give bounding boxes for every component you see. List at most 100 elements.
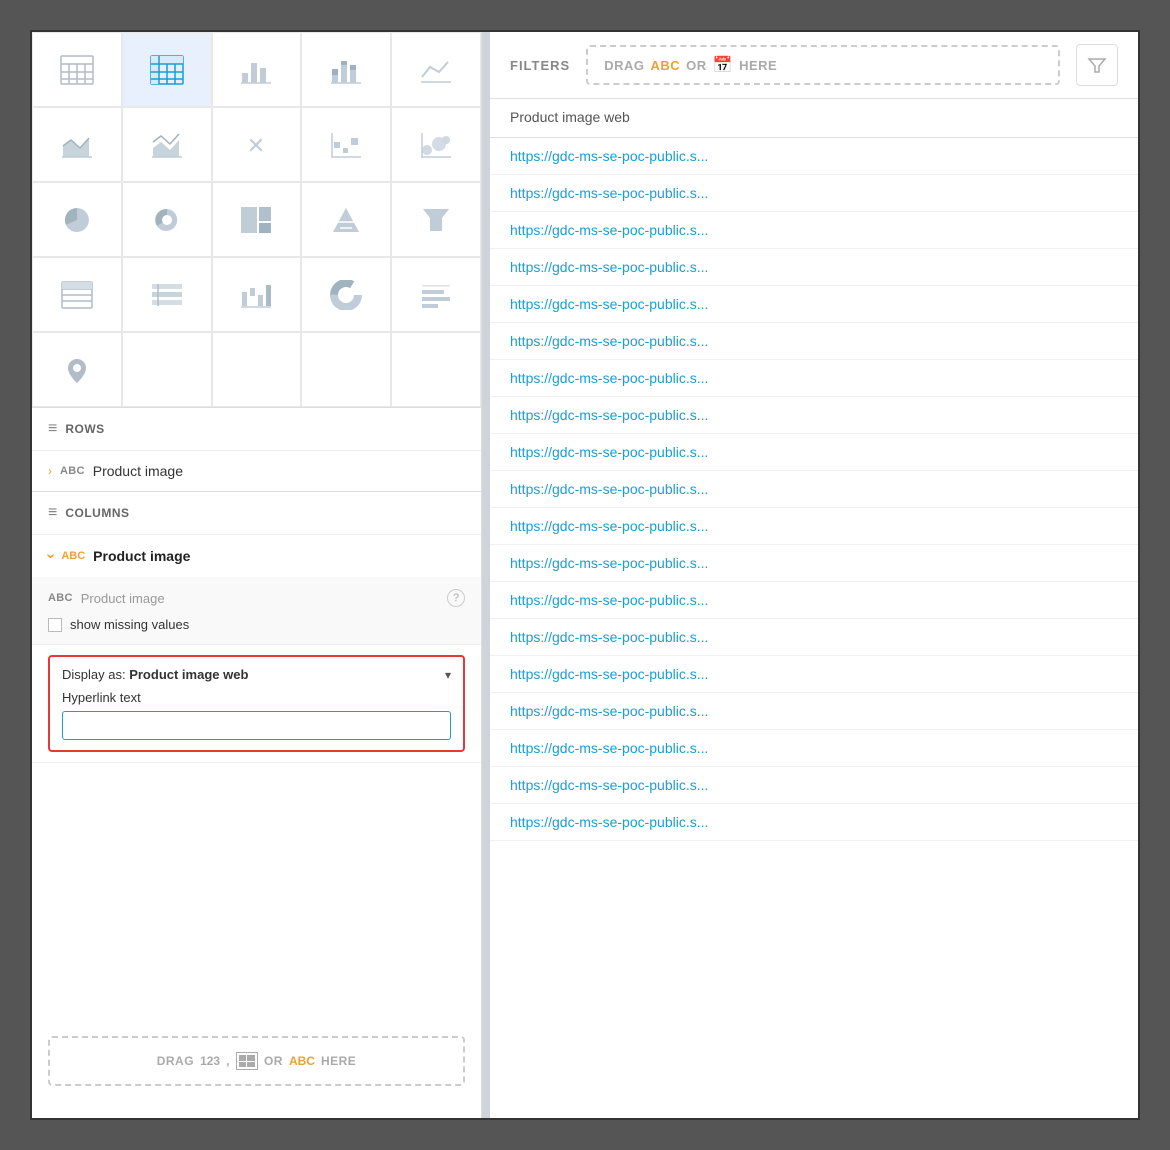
rows-abc-badge: ABC: [60, 465, 85, 477]
list-icon: [148, 276, 186, 314]
chart-cell-waterfall[interactable]: [212, 257, 302, 332]
table-cell-4: [247, 1062, 255, 1068]
area-line-icon: [148, 126, 186, 164]
chart-cell-list[interactable]: [122, 257, 212, 332]
chart-cell-pie2[interactable]: [301, 257, 391, 332]
hyperlink-input[interactable]: [62, 711, 451, 740]
chart-cell-line[interactable]: [391, 32, 481, 107]
filter-drop-zone[interactable]: DRAG ABC OR 📅 HERE: [586, 45, 1060, 85]
drag-abc: ABC: [289, 1054, 315, 1068]
pyramid-icon: [327, 201, 365, 239]
rows-item-label: Product image: [93, 463, 183, 479]
chart-cell-bar[interactable]: [212, 32, 302, 107]
sub-panel-abc-badge: ABC: [48, 592, 73, 604]
drag-num: 123: [200, 1054, 220, 1068]
data-row[interactable]: https://gdc-ms-se-poc-public.s...: [490, 656, 1138, 693]
columns-icon: ≡: [48, 504, 57, 522]
drag-or: OR: [264, 1054, 283, 1068]
scatter-icon: [327, 126, 365, 164]
area-icon: [58, 126, 96, 164]
chart-cell-pie[interactable]: [32, 182, 122, 257]
bubble-icon: [417, 126, 455, 164]
data-row[interactable]: https://gdc-ms-se-poc-public.s...: [490, 693, 1138, 730]
pie-icon: [58, 201, 96, 239]
chart-cell-xbar[interactable]: [391, 257, 481, 332]
map-pin-icon: [58, 351, 96, 389]
chart-cell-datagrid[interactable]: [32, 257, 122, 332]
rows-product-image-item[interactable]: › ABC Product image: [32, 451, 481, 491]
chart-cell-pyramid[interactable]: [301, 182, 391, 257]
chart-cell-bubble[interactable]: [391, 107, 481, 182]
column-sub-panel: ABC Product image ? show missing values: [32, 577, 481, 645]
data-row[interactable]: https://gdc-ms-se-poc-public.s...: [490, 730, 1138, 767]
chart-cell-stacked-bar[interactable]: [301, 32, 391, 107]
data-row[interactable]: https://gdc-ms-se-poc-public.s...: [490, 508, 1138, 545]
funnel-icon: [417, 201, 455, 239]
data-row[interactable]: https://gdc-ms-se-poc-public.s...: [490, 397, 1138, 434]
columns-title: COLUMNS: [65, 506, 129, 520]
data-row[interactable]: https://gdc-ms-se-poc-public.s...: [490, 360, 1138, 397]
sub-panel-field-label: Product image: [81, 591, 165, 606]
filter-bar: FILTERS DRAG ABC OR 📅 HERE: [490, 32, 1138, 99]
filter-or-text: OR: [686, 58, 707, 73]
data-row[interactable]: https://gdc-ms-se-poc-public.s...: [490, 804, 1138, 841]
drag-here: HERE: [321, 1054, 356, 1068]
chart-cell-pivot[interactable]: [122, 32, 212, 107]
pie2-icon: [327, 276, 365, 314]
data-row[interactable]: https://gdc-ms-se-poc-public.s...: [490, 619, 1138, 656]
chart-cell-donut[interactable]: [122, 182, 212, 257]
drag-text: DRAG: [157, 1054, 194, 1068]
chart-cell-empty1: [122, 332, 212, 407]
data-row[interactable]: https://gdc-ms-se-poc-public.s...: [490, 767, 1138, 804]
data-row[interactable]: https://gdc-ms-se-poc-public.s...: [490, 249, 1138, 286]
data-row[interactable]: https://gdc-ms-se-poc-public.s...: [490, 138, 1138, 175]
filter-button[interactable]: [1076, 44, 1118, 86]
table-cell-3: [239, 1062, 247, 1068]
filter-abc-text: ABC: [650, 58, 680, 73]
calendar-icon: 📅: [713, 55, 733, 75]
column-header-row: Product image web: [490, 99, 1138, 138]
chart-cell-empty4: [391, 332, 481, 407]
chart-cell-scatter[interactable]: [301, 107, 391, 182]
data-row[interactable]: https://gdc-ms-se-poc-public.s...: [490, 323, 1138, 360]
show-missing-checkbox[interactable]: [48, 618, 62, 632]
display-as-label: Display as: Product image web: [62, 667, 248, 682]
filter-here-text: HERE: [739, 58, 777, 73]
chart-cell-area[interactable]: [32, 107, 122, 182]
chart-cell-map[interactable]: [32, 332, 122, 407]
data-row[interactable]: https://gdc-ms-se-poc-public.s...: [490, 286, 1138, 323]
column-item-header[interactable]: › ABC Product image: [32, 535, 481, 577]
dropdown-arrow-icon[interactable]: ▾: [445, 668, 451, 682]
chart-cell-area-line[interactable]: [122, 107, 212, 182]
chart-cell-treemap[interactable]: [212, 182, 302, 257]
chart-cell-empty2: [212, 332, 302, 407]
data-row[interactable]: https://gdc-ms-se-poc-public.s...: [490, 212, 1138, 249]
data-row[interactable]: https://gdc-ms-se-poc-public.s...: [490, 545, 1138, 582]
columns-item-label: Product image: [93, 548, 190, 564]
display-as-row: Display as: Product image web ▾: [62, 667, 451, 682]
line-icon: [417, 51, 455, 89]
chart-cell-empty3: [301, 332, 391, 407]
right-panel: FILTERS DRAG ABC OR 📅 HERE Product image…: [490, 32, 1138, 1118]
columns-section-header: ≡ COLUMNS: [32, 492, 481, 535]
pivot-icon: [148, 51, 186, 89]
treemap-icon: [237, 201, 275, 239]
drag-comma: ,: [226, 1054, 230, 1068]
data-row[interactable]: https://gdc-ms-se-poc-public.s...: [490, 471, 1138, 508]
data-row[interactable]: https://gdc-ms-se-poc-public.s...: [490, 582, 1138, 619]
help-icon[interactable]: ?: [447, 589, 465, 607]
left-panel: ✕: [32, 32, 482, 1118]
chevron-right-icon: ›: [48, 464, 52, 478]
bottom-drag-zone[interactable]: DRAG 123 , OR ABC HERE: [48, 1036, 465, 1086]
data-list: https://gdc-ms-se-poc-public.s...https:/…: [490, 138, 1138, 1118]
table-cell-1: [239, 1055, 247, 1061]
chart-cell-funnel[interactable]: [391, 182, 481, 257]
chart-cell-cross[interactable]: ✕: [212, 107, 302, 182]
chart-cell-table[interactable]: [32, 32, 122, 107]
data-row[interactable]: https://gdc-ms-se-poc-public.s...: [490, 434, 1138, 471]
rows-title: ROWS: [65, 422, 104, 436]
rows-section: ≡ ROWS › ABC Product image: [32, 408, 481, 492]
chevron-down-icon: ›: [42, 553, 60, 558]
panel-divider[interactable]: [482, 32, 490, 1118]
data-row[interactable]: https://gdc-ms-se-poc-public.s...: [490, 175, 1138, 212]
